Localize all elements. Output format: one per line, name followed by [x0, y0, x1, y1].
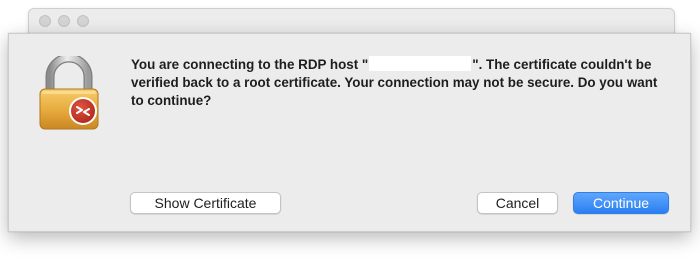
- zoom-window-button[interactable]: [77, 15, 89, 27]
- remote-desktop-icon: [69, 97, 97, 125]
- dialog-message: You are connecting to the RDP host " ". T…: [131, 56, 671, 110]
- close-window-button[interactable]: [39, 15, 51, 27]
- lock-icon: [39, 56, 99, 130]
- continue-button[interactable]: Continue: [573, 192, 669, 214]
- certificate-warning-dialog: You are connecting to the RDP host " ". T…: [8, 33, 691, 232]
- rdp-host-name: [369, 56, 472, 71]
- minimize-window-button[interactable]: [58, 15, 70, 27]
- cancel-button[interactable]: Cancel: [477, 192, 558, 214]
- window-controls: [39, 15, 89, 27]
- show-certificate-button[interactable]: Show Certificate: [130, 192, 281, 214]
- message-before-host: You are connecting to the RDP host ": [131, 57, 369, 72]
